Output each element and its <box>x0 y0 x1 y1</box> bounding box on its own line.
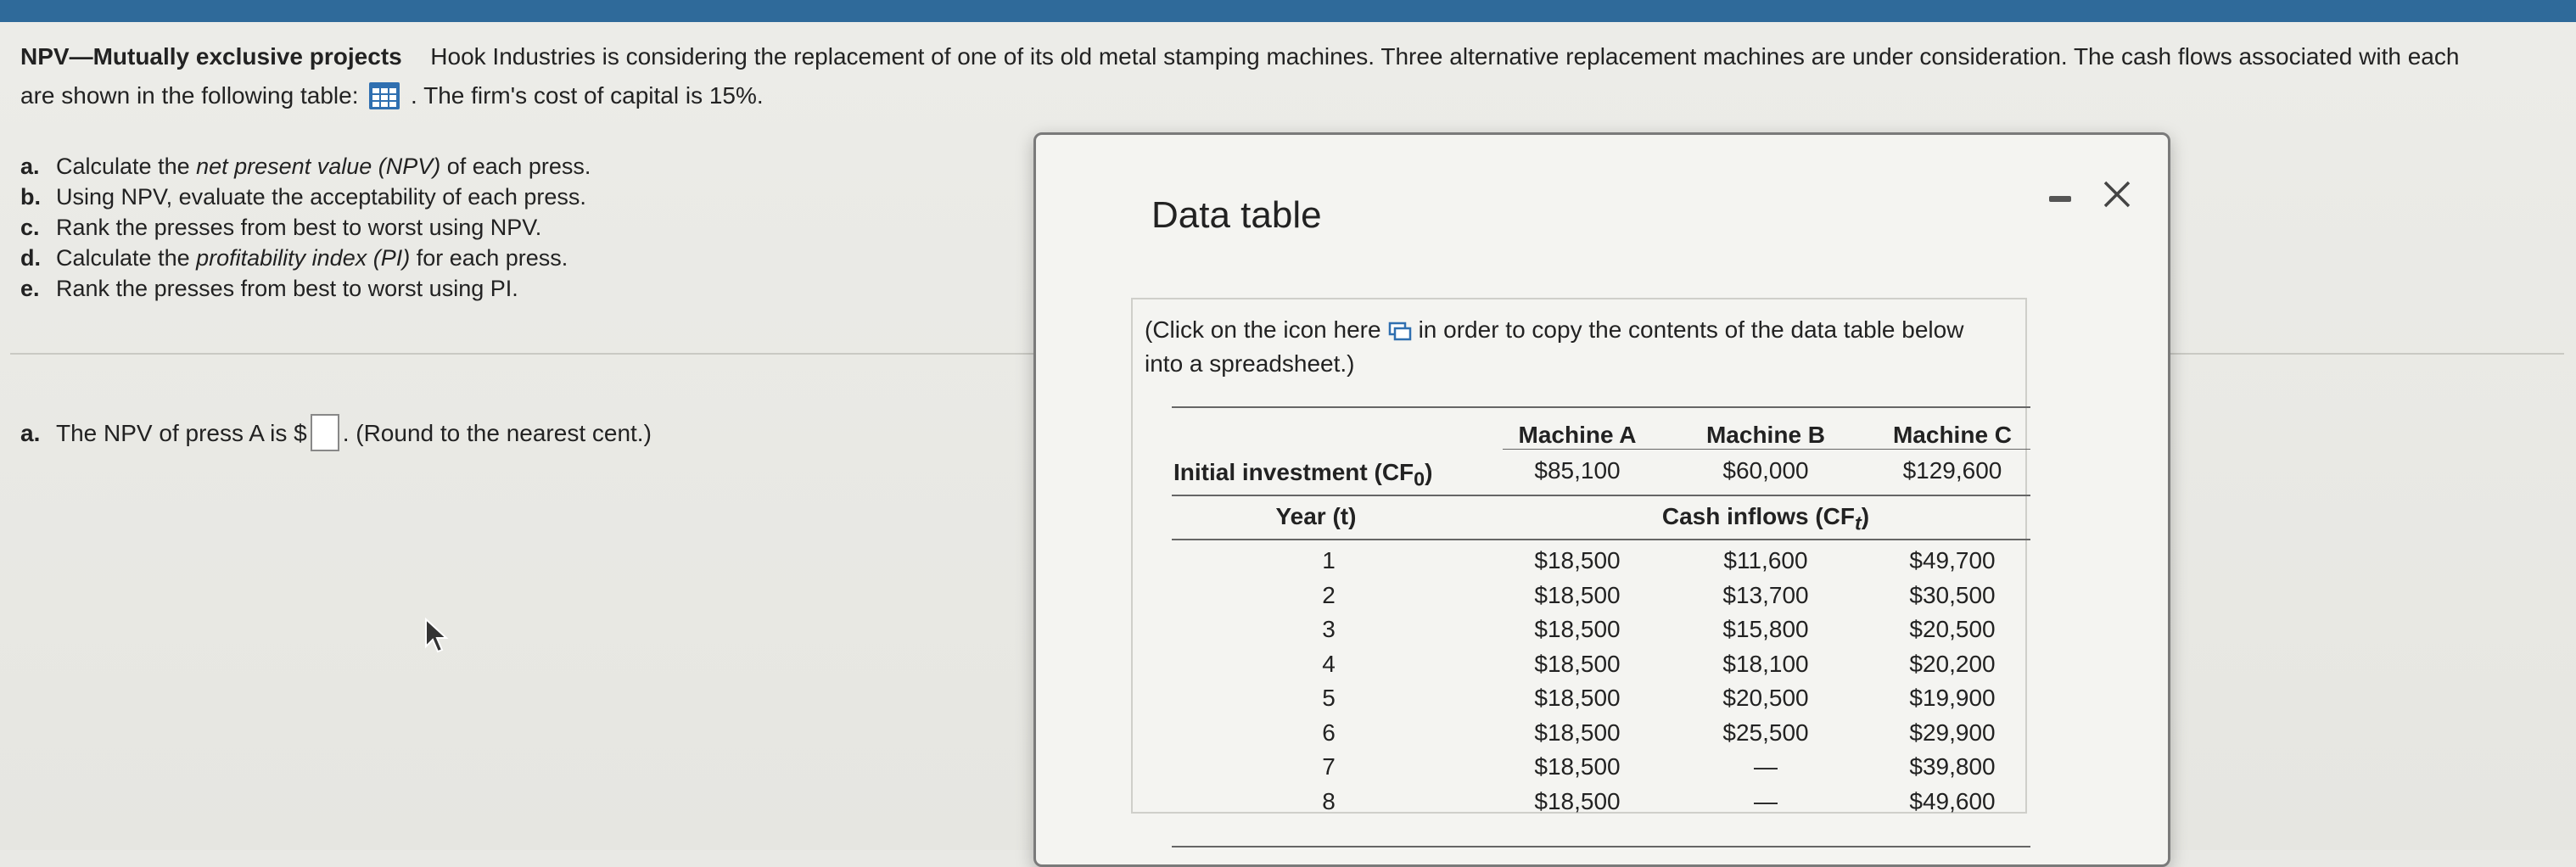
machine-c-cell: $30,500 <box>1909 581 1996 608</box>
machine-a-cell: $18,500 <box>1534 650 1621 677</box>
answer-letter: a. <box>20 420 41 446</box>
npv-answer-input[interactable] <box>310 414 339 451</box>
task-item-e: e. Rank the presses from best to worst us… <box>20 276 518 301</box>
task-item-a: a. Calculate the net present value (NPV) … <box>20 154 591 179</box>
initial-investment-c: $129,600 <box>1902 457 2002 484</box>
machine-b-cell: $20,500 <box>1722 685 1809 711</box>
machine-c-cell: $49,600 <box>1909 787 1996 814</box>
task-item-b: b. Using NPV, evaluate the acceptability … <box>20 184 586 210</box>
data-table-dialog: Data table (Click on the icon here in ord… <box>1033 132 2170 867</box>
task-item-c: c. Rank the presses from best to worst us… <box>20 215 542 240</box>
year-cell: 8 <box>1322 787 1336 814</box>
problem-title: NPV—Mutually exclusive projects <box>20 43 402 70</box>
minimize-icon[interactable] <box>2046 182 2075 211</box>
machine-c-cell: $39,800 <box>1909 753 1996 780</box>
year-cell: 3 <box>1322 616 1336 642</box>
answer-suffix: . (Round to the nearest cent.) <box>342 420 652 446</box>
year-cell: 1 <box>1322 547 1336 573</box>
problem-text-line2-after: . The firm's cost of capital is 15%. <box>411 82 764 109</box>
machine-a-cell: $18,500 <box>1534 787 1621 814</box>
machine-a-cell: $18,500 <box>1534 719 1621 746</box>
initial-investment-a: $85,100 <box>1534 457 1621 484</box>
year-cell: 5 <box>1322 685 1336 711</box>
initial-investment-b: $60,000 <box>1722 457 1809 484</box>
data-table-panel: (Click on the icon here in order to copy … <box>1131 298 2030 847</box>
top-bar <box>0 0 2576 22</box>
initial-investment-label: Initial investment (CF0) <box>1173 459 1433 490</box>
machine-b-cell: $18,100 <box>1722 650 1809 677</box>
year-cell: 2 <box>1322 581 1336 608</box>
problem-text-line1: Hook Industries is considering the repla… <box>430 43 2460 70</box>
copy-instruction: (Click on the icon here in order to copy … <box>1145 316 1964 377</box>
machine-b-cell: $25,500 <box>1722 719 1809 746</box>
machine-b-cell: — <box>1754 787 1778 814</box>
machine-b-cell: $11,600 <box>1723 547 1808 573</box>
problem-statement: NPV—Mutually exclusive projects Hook Ind… <box>20 37 2557 115</box>
table-grid-icon[interactable] <box>368 81 400 110</box>
machine-b-cell: $13,700 <box>1722 581 1809 608</box>
dialog-title: Data table <box>1151 194 1322 236</box>
machine-c-cell: $29,900 <box>1909 719 1996 746</box>
task-list: a. Calculate the net present value (NPV) … <box>20 151 591 304</box>
machine-c-cell: $20,200 <box>1909 650 1996 677</box>
machine-b-cell: $15,800 <box>1722 616 1809 642</box>
answer-row: a. The NPV of press A is $ . (Round to the… <box>20 414 652 451</box>
machine-a-cell: $18,500 <box>1534 753 1621 780</box>
machine-b-cell: — <box>1754 753 1778 780</box>
year-column-header: Year (t) <box>1275 503 1357 529</box>
close-icon[interactable] <box>2098 176 2136 213</box>
machine-a-cell: $18,500 <box>1534 581 1621 608</box>
table-rule-header <box>1503 449 2030 450</box>
machine-a-cell: $18,500 <box>1534 616 1621 642</box>
table-rule-sub <box>1172 539 2030 540</box>
year-cell: 7 <box>1322 753 1336 780</box>
machine-c-cell: $20,500 <box>1909 616 1996 642</box>
table-rule-bottom <box>1172 846 2030 847</box>
machine-c-cell: $49,700 <box>1909 547 1996 573</box>
col-header-machine-b: Machine B <box>1705 422 1826 448</box>
table-rule-mid <box>1172 495 2030 496</box>
machine-c-cell: $19,900 <box>1909 685 1996 711</box>
cash-inflows-header: Cash inflows (CFt) <box>1661 503 1870 534</box>
mouse-cursor-icon <box>424 617 450 655</box>
year-cell: 6 <box>1322 719 1336 746</box>
answer-prefix: The NPV of press A is $ <box>56 420 307 446</box>
machine-a-cell: $18,500 <box>1534 685 1621 711</box>
table-rule-top <box>1172 406 2030 408</box>
machine-a-cell: $18,500 <box>1534 547 1621 573</box>
col-header-machine-c: Machine C <box>1892 422 2013 448</box>
task-item-d: d. Calculate the profitability index (PI)… <box>20 245 568 271</box>
problem-text-line2-before: are shown in the following table: <box>20 82 359 109</box>
year-cell: 4 <box>1322 650 1336 677</box>
col-header-machine-a: Machine A <box>1518 422 1637 448</box>
copy-icon[interactable] <box>1388 316 1412 341</box>
